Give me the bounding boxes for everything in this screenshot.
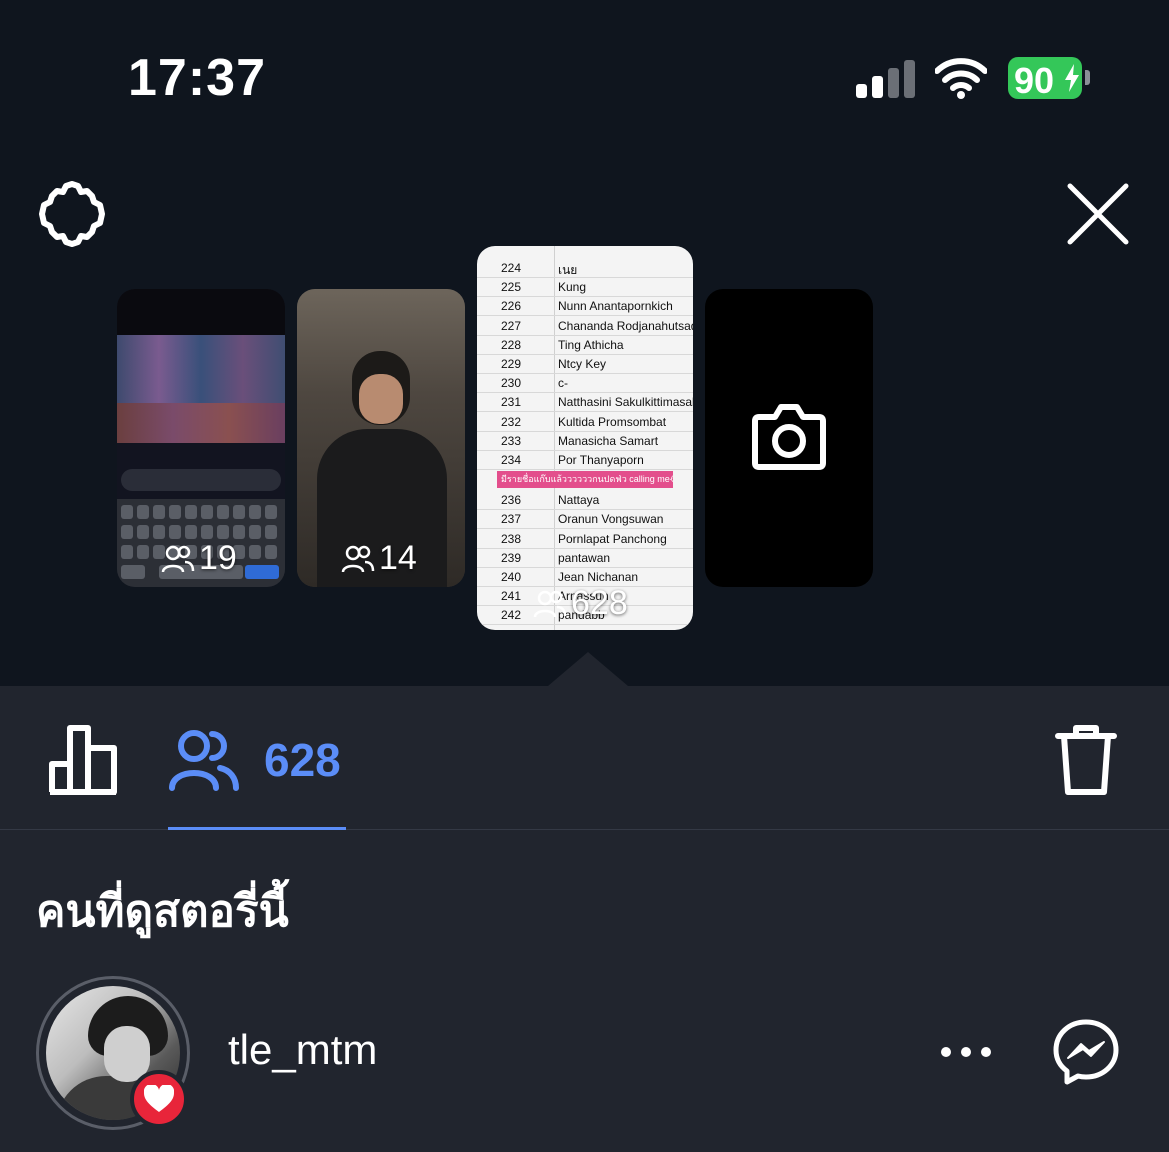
charging-bolt-icon bbox=[1065, 64, 1079, 92]
battery-icon: 90 bbox=[1008, 57, 1090, 101]
story-thumbnail-3-selected[interactable]: 224 เนย 225 Kung 226 Nunn Anantapornkich 227 Ch… bbox=[477, 246, 693, 630]
section-title: คนที่ดูสตอรี่นี้ bbox=[36, 887, 289, 936]
row-number: 228 bbox=[501, 337, 522, 352]
active-tab-indicator bbox=[168, 827, 346, 830]
row-name: Por Thanyaporn bbox=[558, 453, 644, 467]
story-thumbnail-2[interactable]: 14 bbox=[297, 289, 465, 587]
cellular-signal-icon bbox=[856, 58, 916, 98]
story-viewer-count: 19 bbox=[161, 539, 237, 578]
row-name: Oranun Vongsuwan bbox=[558, 512, 664, 527]
more-options-icon[interactable] bbox=[940, 1040, 992, 1064]
selected-story-pointer bbox=[548, 652, 628, 686]
row-name: c- bbox=[558, 376, 568, 391]
row-name: Natthasini Sakulkittimasak bbox=[558, 395, 693, 410]
close-icon[interactable] bbox=[1066, 182, 1130, 246]
people-icon bbox=[161, 545, 195, 572]
row-number: 231 bbox=[501, 395, 522, 410]
spreadsheet-row: 238 Pornlapat Panchong bbox=[477, 529, 693, 549]
row-name: Ting Athicha bbox=[558, 337, 624, 352]
row-number: 237 bbox=[501, 512, 522, 527]
spreadsheet-row: 229 Ntcy Key bbox=[477, 354, 693, 374]
spreadsheet-row: 224 เนย bbox=[477, 258, 693, 278]
row-name: Jean Nichanan bbox=[558, 570, 639, 584]
row-number: 226 bbox=[501, 299, 522, 314]
wifi-icon bbox=[934, 57, 988, 99]
people-icon bbox=[341, 545, 375, 572]
row-number: 232 bbox=[501, 414, 522, 429]
spreadsheet-row: 225 Kung bbox=[477, 277, 693, 298]
heart-icon bbox=[144, 1085, 174, 1112]
row-name: Chananda Rodjanahutsad bbox=[558, 318, 693, 333]
spreadsheet-banner: มีรายชื่อแก๊บแล้ววววววกนปดฟ่ว calling me… bbox=[497, 471, 673, 488]
status-time: 17:37 bbox=[128, 49, 266, 107]
spreadsheet-row: 234 Por Thanyaporn bbox=[477, 450, 693, 470]
row-number: 233 bbox=[501, 433, 522, 448]
row-name: Nattaya bbox=[558, 493, 600, 508]
spreadsheet-row: 226 Nunn Anantapornkich bbox=[477, 296, 693, 317]
viewers-tab-count[interactable]: 628 bbox=[264, 733, 341, 787]
row-name: Kung bbox=[558, 280, 587, 295]
spreadsheet-row: 227 Chananda Rodjanahutsad bbox=[477, 316, 693, 336]
story-thumbnail-1[interactable]: 19 bbox=[117, 289, 285, 587]
viewers-tab-people-icon[interactable] bbox=[168, 728, 240, 792]
spreadsheet-row: 228 Ting Athicha bbox=[477, 335, 693, 355]
row-number: 229 bbox=[501, 357, 522, 371]
settings-gear-icon[interactable] bbox=[36, 178, 108, 250]
people-icon bbox=[533, 590, 567, 617]
insights-bar-chart-icon[interactable] bbox=[48, 724, 120, 796]
spreadsheet-row: 237 Oranun Vongsuwan bbox=[477, 509, 693, 530]
row-number: 239 bbox=[501, 550, 522, 565]
row-number: 224 bbox=[501, 261, 522, 275]
row-number: 234 bbox=[501, 453, 522, 467]
row-number: 225 bbox=[501, 280, 522, 295]
row-name: Manasicha Samart bbox=[558, 433, 659, 448]
row-number: 236 bbox=[501, 493, 522, 508]
spreadsheet-row: 236 Nattaya bbox=[477, 490, 693, 511]
row-name: Kultida Promsombat bbox=[558, 414, 667, 429]
spreadsheet-row: 239 pantawan bbox=[477, 548, 693, 568]
row-name: Nunn Anantapornkich bbox=[558, 299, 673, 314]
row-number: 241 bbox=[501, 589, 522, 604]
spreadsheet-row: 231 Natthasini Sakulkittimasak bbox=[477, 392, 693, 413]
spreadsheet-row: 232 Kultida Promsombat bbox=[477, 412, 693, 432]
delete-trash-icon[interactable] bbox=[1054, 724, 1118, 796]
story-viewer-count: 628 bbox=[533, 584, 628, 623]
add-story-thumbnail[interactable] bbox=[705, 289, 873, 587]
row-number: 227 bbox=[501, 318, 522, 333]
row-number: 230 bbox=[501, 376, 522, 391]
camera-icon bbox=[752, 404, 826, 470]
row-name: pantawan bbox=[558, 550, 611, 565]
viewer-username[interactable]: tle_mtm bbox=[228, 1026, 377, 1074]
story-viewer-count: 14 bbox=[341, 539, 417, 578]
row-number: 242 bbox=[501, 608, 522, 623]
messenger-icon[interactable] bbox=[1052, 1018, 1120, 1086]
battery-level: 90 bbox=[1014, 60, 1055, 101]
heart-reaction-badge bbox=[130, 1070, 188, 1128]
row-name: Ntcy Key bbox=[558, 357, 607, 371]
spreadsheet-row: 233 Manasicha Samart bbox=[477, 431, 693, 451]
row-number: 240 bbox=[501, 570, 522, 584]
row-number: 238 bbox=[501, 531, 522, 546]
row-name: Pornlapat Panchong bbox=[558, 531, 667, 546]
spreadsheet-row: 230 c- bbox=[477, 373, 693, 394]
